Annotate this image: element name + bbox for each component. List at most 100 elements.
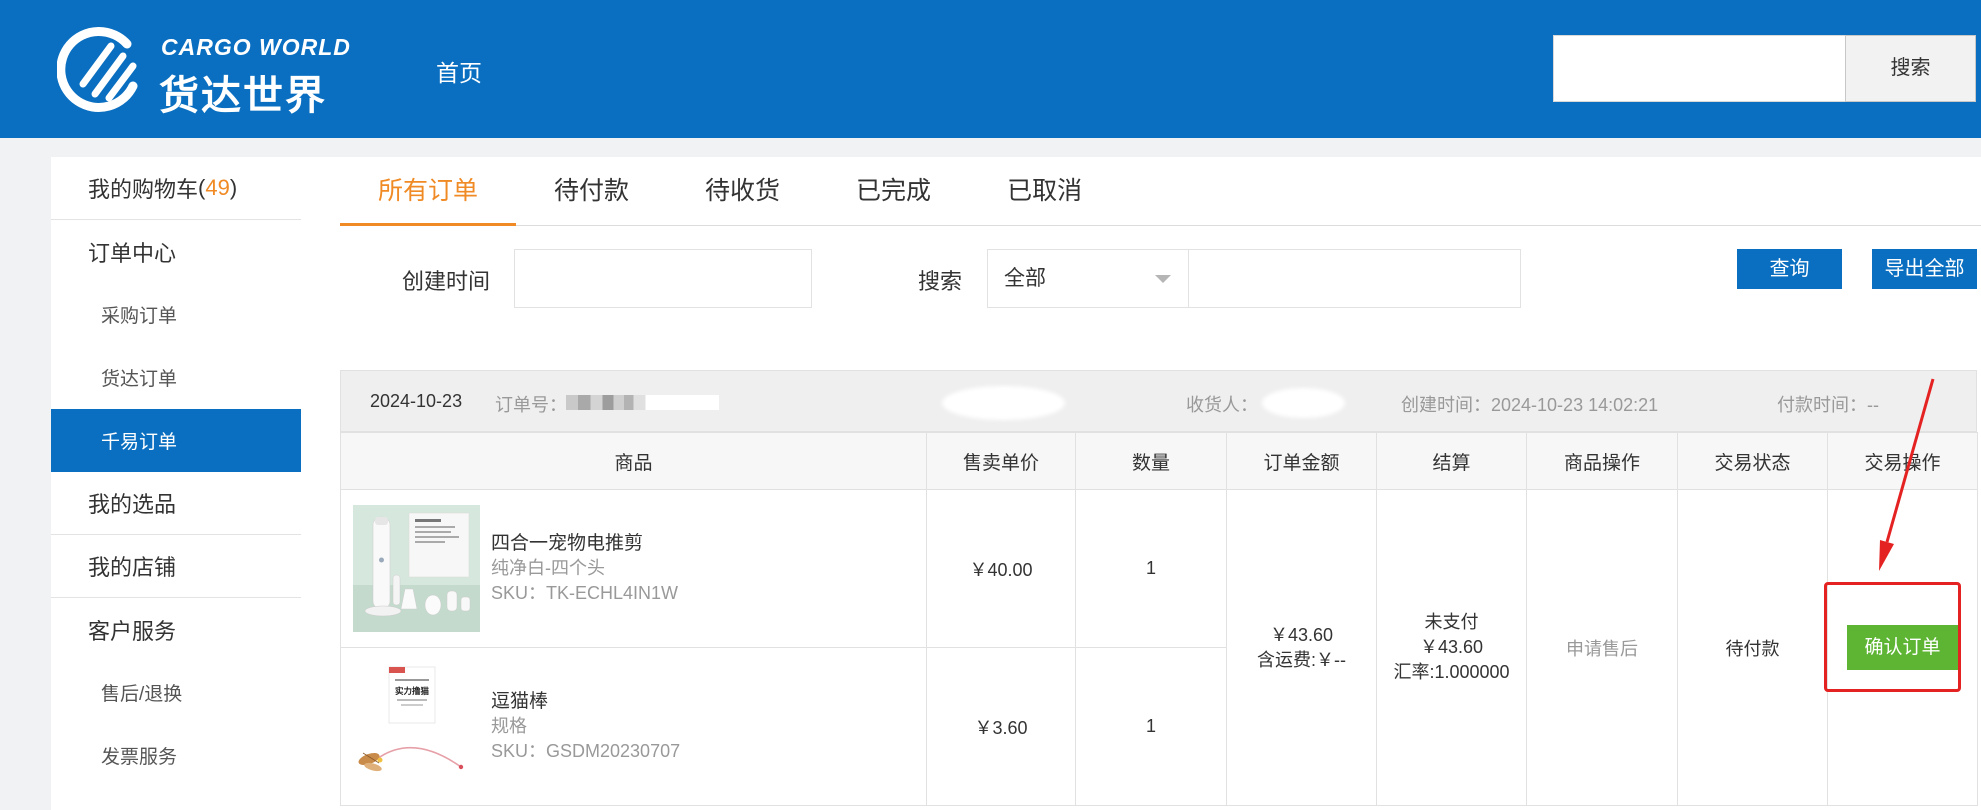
column-header-trade-action: 交易操作	[1827, 432, 1978, 490]
product-sku: SKU：TK-ECHL4IN1W	[491, 583, 679, 603]
unit-price-cell: ￥3.60	[926, 647, 1076, 806]
sidebar-item-label: 货达订单	[101, 369, 178, 390]
trade-action-cell: 确认订单	[1827, 489, 1978, 806]
cart-count-close: )	[229, 175, 238, 200]
sidebar-item-label: 客户服务	[88, 618, 177, 644]
settlement-cell: 未支付 ￥43.60 汇率:1.000000	[1376, 489, 1527, 806]
order-amount: ￥43.60	[1269, 624, 1334, 645]
sidebar-item-customer-service[interactable]: 客户服务	[51, 598, 301, 661]
order-status-tabs: 所有订单 待付款 待收货 已完成 已取消	[340, 157, 1981, 226]
product-name[interactable]: 逗猫棒	[491, 689, 680, 714]
shipping-fee: 含运费:￥--	[1257, 649, 1346, 670]
product-info: 四合一宠物电推剪 纯净白-四个头 SKU：TK-ECHL4IN1W	[491, 531, 678, 606]
product-spec: 规格	[491, 716, 527, 736]
tab-cancelled[interactable]: 已取消	[969, 157, 1120, 225]
product-item: 实力撸猫 逗猫棒 规格 SKU：GSDM20230707	[341, 663, 926, 790]
redacted-order-number	[566, 395, 719, 410]
product-cell: 四合一宠物电推剪 纯净白-四个头 SKU：TK-ECHL4IN1W	[340, 489, 927, 648]
paid-time: 付款时间：--	[1777, 395, 1879, 415]
sidebar: 我的购物车(49) 订单中心 采购订单 货达订单 千易订单 我的选品 我的店铺 …	[51, 157, 301, 810]
sidebar-item-label: 发票服务	[101, 747, 178, 768]
quantity-cell: 1	[1075, 489, 1227, 648]
confirm-order-button[interactable]: 确认订单	[1846, 625, 1959, 670]
search-field-select[interactable]: 全部	[987, 249, 1189, 308]
brand-logo[interactable]: CARGO WORLD 货达世界	[57, 25, 350, 118]
product-item: 四合一宠物电推剪 纯净白-四个头 SKU：TK-ECHL4IN1W	[341, 505, 926, 632]
package-text: 实力撸猫	[395, 686, 430, 697]
product-name[interactable]: 四合一宠物电推剪	[491, 531, 678, 556]
tab-pending-payment[interactable]: 待付款	[516, 157, 667, 225]
tab-all-orders[interactable]: 所有订单	[340, 157, 517, 226]
created-time: 创建时间：2024-10-23 14:02:21	[1401, 395, 1659, 415]
sidebar-item-label: 订单中心	[88, 240, 177, 266]
tab-completed[interactable]: 已完成	[818, 157, 969, 225]
after-sale-link[interactable]: 申请售后	[1566, 639, 1638, 659]
order-info-bar: 2024-10-23 订单号： 收货人： 创建时间：2024-10-23 14:…	[340, 370, 1977, 432]
product-image[interactable]: 实力撸猫	[353, 663, 480, 790]
sidebar-item-my-selection[interactable]: 我的选品	[51, 472, 301, 535]
sidebar-item-label: 我的选品	[88, 492, 177, 517]
cart-count-open: (	[198, 175, 206, 200]
tab-pending-receipt[interactable]: 待收货	[667, 157, 818, 225]
sidebar-item-label: 售后/退换	[101, 684, 183, 705]
sidebar-item-after-sales[interactable]: 售后/退换	[51, 661, 301, 724]
header-search-button[interactable]: 搜索	[1845, 35, 1976, 102]
sidebar-item-label: 我的店铺	[88, 555, 177, 580]
redacted-receiver	[1262, 388, 1345, 418]
order-number-label: 订单号：	[495, 395, 567, 415]
column-header-settlement: 结算	[1376, 432, 1527, 490]
logo-text-cn: 货达世界	[159, 74, 327, 118]
product-info: 逗猫棒 规格 SKU：GSDM20230707	[491, 689, 680, 764]
query-button[interactable]: 查询	[1737, 249, 1842, 289]
product-sku: SKU：GSDM20230707	[491, 741, 681, 761]
column-header-trade-status: 交易状态	[1677, 432, 1828, 490]
sidebar-item-qianyi-orders[interactable]: 千易订单	[51, 409, 301, 472]
cart-label: 我的购物车	[88, 177, 199, 202]
header-search-input[interactable]	[1553, 35, 1845, 102]
cart-count-badge: 49	[205, 175, 230, 200]
search-field-selected: 全部	[1004, 267, 1046, 290]
order-amount-cell: ￥43.60 含运费:￥--	[1226, 489, 1377, 806]
pet-trimmer-image	[353, 505, 480, 632]
column-header-product-action: 商品操作	[1526, 432, 1678, 490]
sidebar-item-my-store[interactable]: 我的店铺	[51, 535, 301, 598]
table-row: 四合一宠物电推剪 纯净白-四个头 SKU：TK-ECHL4IN1W ￥40.00…	[340, 489, 1978, 806]
sidebar-item-invoice[interactable]: 发票服务	[51, 724, 301, 787]
sidebar-item-label: 采购订单	[101, 306, 178, 327]
created-time-label: 创建时间	[402, 269, 491, 294]
sidebar-item-label: 千易订单	[101, 432, 178, 453]
redacted-field	[942, 386, 1065, 420]
trade-status-cell: 待付款	[1677, 489, 1828, 806]
receiver-label: 收货人：	[1186, 395, 1258, 415]
settlement-amount: ￥43.60	[1419, 637, 1484, 657]
product-spec: 纯净白-四个头	[491, 558, 605, 578]
created-time-input[interactable]	[514, 249, 812, 308]
product-image[interactable]	[353, 505, 480, 632]
order-items-table: 商品 售卖单价 数量 订单金额 结算 商品操作 交易状态 交易操作 四合一宠物电…	[340, 432, 1978, 806]
exchange-rate: 汇率:1.000000	[1393, 662, 1510, 682]
column-header-unit-price: 售卖单价	[926, 432, 1076, 490]
product-action-cell: 申请售后	[1526, 489, 1678, 806]
keyword-input[interactable]	[1188, 249, 1521, 308]
search-label: 搜索	[918, 269, 963, 294]
nav-home-link[interactable]: 首页	[436, 54, 482, 88]
table-header-row: 商品 售卖单价 数量 订单金额 结算 商品操作 交易状态 交易操作	[340, 432, 1978, 490]
order-date: 2024-10-23	[370, 391, 463, 411]
logo-emblem-icon	[57, 26, 138, 112]
caret-down-icon	[1155, 275, 1171, 283]
logo-text-en: CARGO WORLD	[161, 34, 351, 60]
sidebar-item-purchase-orders[interactable]: 采购订单	[51, 283, 301, 346]
export-all-button[interactable]: 导出全部	[1872, 249, 1977, 289]
trade-status: 待付款	[1725, 638, 1780, 659]
sidebar-item-cart[interactable]: 我的购物车(49)	[51, 157, 301, 220]
column-header-product: 商品	[340, 432, 927, 490]
cat-teaser-image: 实力撸猫	[353, 663, 480, 790]
column-header-order-amount: 订单金额	[1226, 432, 1377, 490]
product-cell: 实力撸猫 逗猫棒 规格 SKU：GSDM20230707	[340, 647, 927, 806]
column-header-quantity: 数量	[1075, 432, 1227, 490]
sidebar-item-huoda-orders[interactable]: 货达订单	[51, 346, 301, 409]
quantity-cell: 1	[1075, 647, 1227, 806]
sidebar-item-order-center[interactable]: 订单中心	[51, 220, 301, 283]
unit-price-cell: ￥40.00	[926, 489, 1076, 648]
settlement-status: 未支付	[1424, 612, 1479, 632]
